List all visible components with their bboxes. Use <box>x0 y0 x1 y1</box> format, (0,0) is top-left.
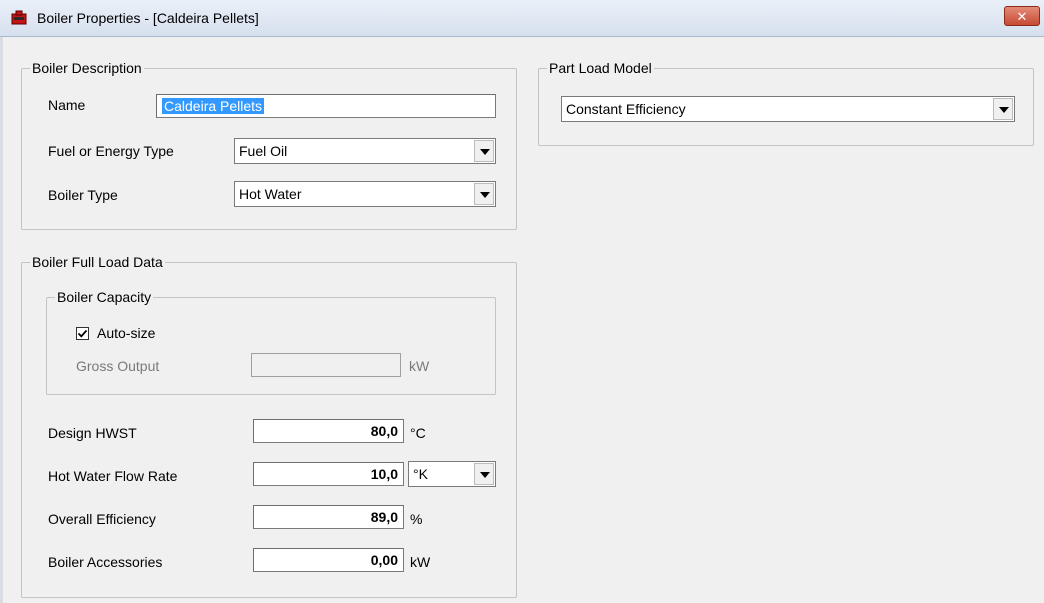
close-icon: ✕ <box>1016 9 1028 24</box>
chevron-down-icon[interactable] <box>474 140 494 162</box>
autosize-label[interactable]: Auto-size <box>97 324 155 342</box>
boiler-description-legend: Boiler Description <box>30 59 144 77</box>
chevron-down-icon[interactable] <box>474 463 494 485</box>
boiler-type-select[interactable]: Hot Water <box>234 181 496 207</box>
boiler-type-value: Hot Water <box>239 186 302 202</box>
part-load-model-legend: Part Load Model <box>547 59 654 77</box>
checkmark-icon <box>77 329 88 338</box>
chevron-down-icon[interactable] <box>474 183 494 205</box>
fuel-type-label: Fuel or Energy Type <box>48 143 174 159</box>
flow-rate-unit-value: °K <box>413 466 428 482</box>
design-hwst-label: Design HWST <box>48 425 137 441</box>
full-load-data-legend: Boiler Full Load Data <box>30 253 165 271</box>
flow-rate-unit-select[interactable]: °K <box>408 461 496 487</box>
accessories-field[interactable]: 0,00 <box>253 548 404 572</box>
accessories-unit: kW <box>410 554 431 570</box>
title-bar[interactable]: Boiler Properties - [Caldeira Pellets] ✕ <box>0 0 1044 37</box>
gross-output-field[interactable] <box>251 353 401 377</box>
flow-rate-field[interactable]: 10,0 <box>253 462 404 486</box>
design-hwst-field[interactable]: 80,0 <box>253 419 404 443</box>
efficiency-field[interactable]: 89,0 <box>253 505 404 529</box>
chevron-down-icon[interactable] <box>993 98 1013 120</box>
accessories-label: Boiler Accessories <box>48 554 163 570</box>
efficiency-label: Overall Efficiency <box>48 511 156 527</box>
autosize-checkbox[interactable] <box>76 327 89 340</box>
part-load-model-value: Constant Efficiency <box>566 101 686 117</box>
name-field[interactable]: Caldeira Pellets <box>156 94 496 118</box>
window-title: Boiler Properties - [Caldeira Pellets] <box>37 10 259 26</box>
fuel-type-value: Fuel Oil <box>239 143 288 159</box>
fuel-type-select[interactable]: Fuel Oil <box>234 138 496 164</box>
gross-output-label: Gross Output <box>76 358 160 374</box>
design-hwst-unit: °C <box>410 425 426 441</box>
name-field-value: Caldeira Pellets <box>162 98 265 114</box>
part-load-model-select[interactable]: Constant Efficiency <box>561 96 1015 122</box>
flow-rate-label: Hot Water Flow Rate <box>48 468 178 484</box>
boiler-type-label: Boiler Type <box>48 187 118 203</box>
efficiency-unit: % <box>410 511 423 527</box>
boiler-capacity-legend: Boiler Capacity <box>55 288 154 306</box>
gross-output-unit: kW <box>409 358 430 374</box>
close-button[interactable]: ✕ <box>1004 6 1040 26</box>
left-window-edge <box>0 36 3 603</box>
name-label: Name <box>48 97 86 113</box>
boiler-capacity-group: Boiler Capacity <box>46 288 496 395</box>
boiler-app-icon <box>11 10 27 25</box>
